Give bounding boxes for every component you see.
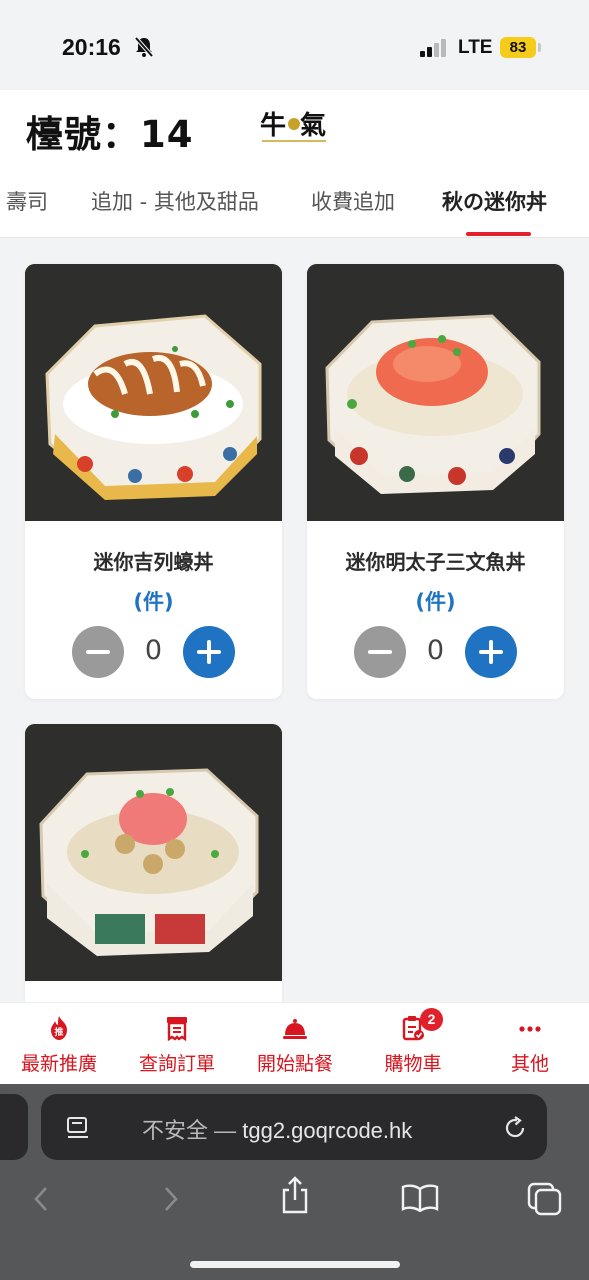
nav-check-orders[interactable]: 查詢訂單 [118, 1003, 236, 1085]
cart-count-badge: 2 [420, 1008, 443, 1031]
category-tabs: 壽司 追加 - 其他及甜品 收費追加 秋の迷你丼 [0, 166, 589, 238]
increase-quantity-button[interactable] [465, 626, 517, 678]
back-icon[interactable] [32, 1186, 52, 1212]
decrease-quantity-button[interactable] [72, 626, 124, 678]
nav-label: 購物車 [384, 1053, 442, 1075]
table-number: 檯號：14 [26, 113, 194, 156]
bell-muted-icon [134, 36, 154, 58]
quantity-stepper: 0 [25, 626, 282, 678]
tab-extras-desserts[interactable]: 追加 - 其他及甜品 [91, 186, 259, 216]
product-image-oyster-don [25, 264, 282, 521]
status-time: 20:16 [62, 34, 121, 60]
nav-label: 最新推廣 [20, 1053, 97, 1075]
quantity-value: 0 [144, 635, 163, 666]
nav-start-ordering[interactable]: 開始點餐 [236, 1003, 354, 1085]
product-name: 迷你吉列蠔丼 [93, 550, 214, 574]
tab-sushi[interactable]: 壽司 [6, 186, 48, 216]
product-unit: (件) [133, 590, 174, 614]
product-card[interactable]: 迷你明太子三文魚丼 (件) 0 [307, 264, 564, 699]
reader-menu-icon[interactable] [66, 1116, 90, 1140]
receipt-icon [167, 1017, 187, 1041]
url-text: tgg2.goqrcode.hk [242, 1118, 413, 1143]
increase-quantity-button[interactable] [183, 626, 235, 678]
product-card[interactable] [25, 724, 282, 1024]
product-name: 迷你明太子三文魚丼 [345, 550, 526, 574]
nav-latest-promotions[interactable]: 推 最新推廣 [0, 1003, 118, 1085]
nav-label: 開始點餐 [256, 1053, 333, 1075]
more-dots-icon [519, 1026, 541, 1032]
tab-autumn-mini-don[interactable]: 秋の迷你丼 [442, 186, 547, 216]
tabs-icon[interactable] [527, 1182, 563, 1216]
bookmarks-icon[interactable] [401, 1184, 439, 1212]
battery-tip [538, 43, 541, 52]
reload-icon[interactable] [503, 1116, 527, 1140]
network-type: LTE [458, 37, 493, 58]
product-image-tuna-natto-don [25, 724, 282, 981]
quantity-stepper: 0 [307, 626, 564, 678]
battery-indicator: 83 [500, 37, 536, 58]
bottom-navigation: 推 最新推廣 查詢訂單 開始點餐 2 購物車 其他 [0, 1002, 589, 1084]
nav-label: 其他 [510, 1053, 549, 1075]
product-image-mentaiko-salmon-don [307, 264, 564, 521]
svg-text:氣: 氣 [300, 110, 326, 141]
product-unit: (件) [415, 590, 456, 614]
restaurant-logo: 牛 氣 [260, 110, 326, 142]
active-tab-indicator [466, 232, 531, 236]
svg-text:推: 推 [54, 1026, 63, 1038]
previous-tab-peek[interactable] [0, 1094, 28, 1160]
nav-more[interactable]: 其他 [471, 1003, 589, 1085]
product-card[interactable]: 迷你吉列蠔丼 (件) 0 [25, 264, 282, 699]
insecure-label: 不安全 — [142, 1118, 237, 1143]
decrease-quantity-button[interactable] [354, 626, 406, 678]
flame-promo-icon: 推 [51, 1016, 67, 1040]
forward-icon[interactable] [160, 1186, 180, 1212]
cloche-icon [283, 1019, 307, 1039]
cellular-signal-icon [420, 39, 448, 57]
svg-text:牛: 牛 [260, 111, 286, 141]
home-indicator [190, 1261, 400, 1268]
quantity-value: 0 [426, 635, 445, 666]
url-display[interactable]: 不安全 — tgg2.goqrcode.hk [142, 1113, 412, 1145]
share-icon[interactable] [281, 1176, 309, 1214]
nav-label: 查詢訂單 [138, 1053, 215, 1075]
nav-cart[interactable]: 2 購物車 [354, 1003, 472, 1085]
tab-paid-extras[interactable]: 收費追加 [311, 186, 395, 216]
